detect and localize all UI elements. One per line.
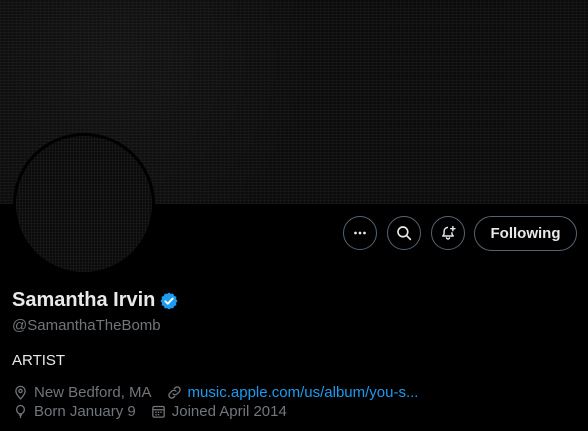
bell-plus-icon (442, 225, 456, 240)
balloon-icon (15, 404, 26, 419)
website-link[interactable]: music.apple.com/us/album/you-s... (188, 384, 419, 401)
avatar[interactable] (16, 136, 152, 272)
joined-item: Joined April 2014 (150, 403, 287, 420)
search-button[interactable] (387, 216, 421, 250)
link-icon (167, 386, 181, 399)
profile-name: Samantha Irvin (12, 289, 156, 311)
calendar-icon (151, 405, 165, 418)
location-pin-icon (15, 385, 26, 400)
location-item: New Bedford, MA (12, 384, 152, 401)
profile-bio: ARTIST (12, 352, 66, 369)
profile-meta-row-1: New Bedford, MA music.apple.com/us/album… (12, 384, 418, 401)
location-text: New Bedford, MA (34, 384, 152, 401)
more-horizontal-icon (354, 231, 366, 235)
website-item[interactable]: music.apple.com/us/album/you-s... (166, 384, 419, 401)
birthday-item: Born January 9 (12, 403, 136, 420)
joined-text: Joined April 2014 (171, 403, 287, 420)
verified-badge-icon[interactable] (159, 291, 179, 311)
following-button[interactable]: Following (474, 216, 577, 251)
profile-meta-row-2: Born January 9 Joined April 2014 (12, 403, 287, 420)
notifications-button[interactable] (431, 216, 465, 250)
more-button[interactable] (343, 216, 377, 250)
profile-name-row: Samantha Irvin (12, 289, 179, 312)
profile-handle: @SamanthaTheBomb (12, 317, 161, 334)
birthday-text: Born January 9 (34, 403, 136, 420)
search-icon (397, 226, 412, 241)
